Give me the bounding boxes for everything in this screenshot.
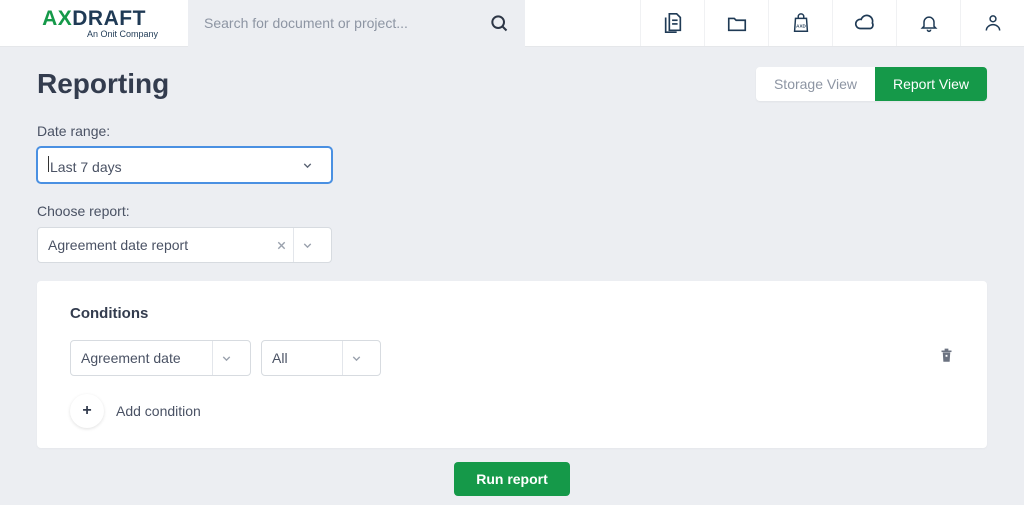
- page-header: Reporting Storage View Report View: [37, 67, 987, 101]
- search-input[interactable]: [204, 15, 489, 31]
- run-report-button[interactable]: Run report: [454, 462, 570, 496]
- condition-field-select[interactable]: Agreement date: [70, 340, 251, 376]
- shopping-bag-icon[interactable]: AXD: [768, 0, 832, 46]
- chevron-down-icon[interactable]: [293, 228, 321, 262]
- report-view-tab[interactable]: Report View: [875, 67, 987, 101]
- storage-view-tab[interactable]: Storage View: [756, 67, 875, 101]
- choose-report-label: Choose report:: [37, 203, 987, 219]
- condition-operator-value: All: [272, 350, 342, 366]
- search-box[interactable]: [188, 0, 525, 47]
- folder-icon[interactable]: [704, 0, 768, 46]
- delete-condition-icon[interactable]: [939, 347, 954, 369]
- chevron-down-icon[interactable]: [293, 148, 321, 182]
- conditions-card: Conditions Agreement date All + Add cond…: [37, 281, 987, 448]
- choose-report-value: Agreement date report: [48, 237, 269, 253]
- brand-logo[interactable]: AXDRAFT An Onit Company: [0, 7, 188, 39]
- documents-icon[interactable]: [640, 0, 704, 46]
- brand-draft: DRAFT: [72, 7, 146, 30]
- bell-icon[interactable]: [896, 0, 960, 46]
- top-nav-icons: AXD: [640, 0, 1024, 46]
- clear-report-icon[interactable]: [269, 240, 293, 251]
- user-icon[interactable]: [960, 0, 1024, 46]
- choose-report-select[interactable]: Agreement date report: [37, 227, 332, 263]
- cloud-icon[interactable]: [832, 0, 896, 46]
- condition-row: Agreement date All: [70, 340, 954, 376]
- chevron-down-icon[interactable]: [212, 341, 240, 375]
- view-toggle: Storage View Report View: [756, 67, 987, 101]
- condition-operator-select[interactable]: All: [261, 340, 381, 376]
- date-range-value: Last 7 days: [50, 159, 122, 175]
- page-title: Reporting: [37, 68, 169, 100]
- svg-text:AXD: AXD: [796, 24, 806, 29]
- brand-ax: AX: [42, 7, 72, 30]
- plus-icon: +: [70, 394, 104, 428]
- page-body: Reporting Storage View Report View Date …: [0, 47, 1024, 496]
- date-range-label: Date range:: [37, 123, 987, 139]
- top-bar: AXDRAFT An Onit Company AXD: [0, 0, 1024, 47]
- run-row: Run report: [37, 462, 987, 496]
- search-icon[interactable]: [489, 13, 509, 33]
- add-condition-button[interactable]: + Add condition: [70, 394, 201, 428]
- date-range-select[interactable]: Last 7 days: [37, 147, 332, 183]
- add-condition-label: Add condition: [116, 403, 201, 419]
- chevron-down-icon[interactable]: [342, 341, 370, 375]
- brand-subtitle: An Onit Company: [87, 29, 158, 39]
- condition-field-value: Agreement date: [81, 350, 212, 366]
- conditions-title: Conditions: [70, 305, 954, 322]
